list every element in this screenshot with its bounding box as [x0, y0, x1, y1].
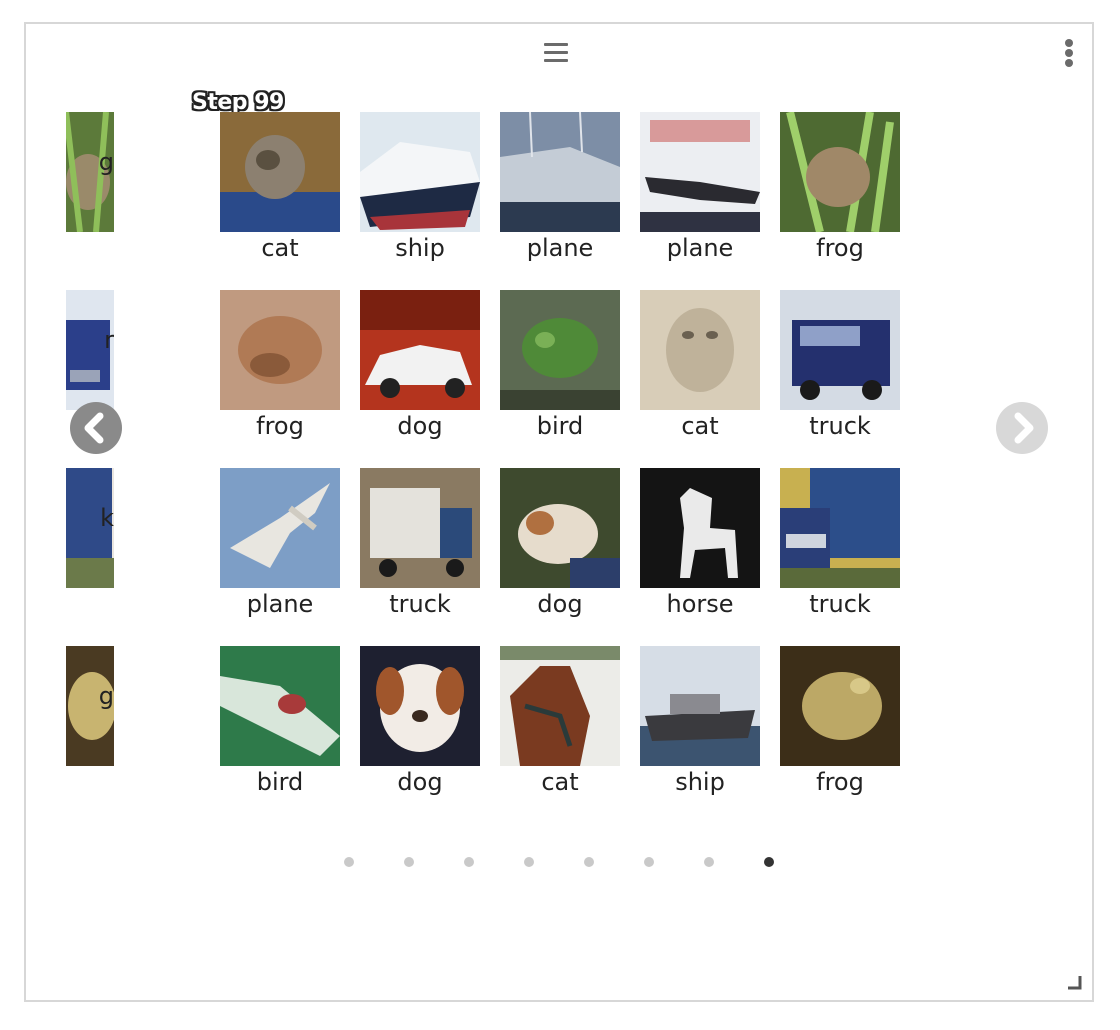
- image-thumbnail[interactable]: [220, 468, 340, 588]
- page-dot[interactable]: [464, 857, 474, 867]
- image-thumbnail[interactable]: [360, 112, 480, 232]
- image-thumbnail[interactable]: [500, 112, 620, 232]
- image-thumbnail[interactable]: [780, 646, 900, 766]
- pagination-dots: [26, 852, 1092, 872]
- previous-page-caption: g: [98, 148, 114, 176]
- image-caption: frog: [816, 234, 864, 262]
- image-thumbnail[interactable]: [360, 468, 480, 588]
- previous-page-caption: r: [104, 326, 114, 354]
- image-thumbnail[interactable]: [360, 290, 480, 410]
- image-caption: frog: [816, 768, 864, 796]
- image-caption: truck: [809, 412, 871, 440]
- page-dot[interactable]: [404, 857, 414, 867]
- image-caption: plane: [246, 590, 314, 618]
- chevron-left-icon: [70, 402, 122, 454]
- image-grid-panel: Step 99 g r k g cat ship plane plane fro…: [24, 22, 1094, 1002]
- page-dot[interactable]: [704, 857, 714, 867]
- next-page-button[interactable]: [996, 402, 1048, 454]
- image-thumbnail[interactable]: [780, 112, 900, 232]
- previous-page-caption: k: [100, 504, 114, 532]
- image-caption: ship: [395, 234, 445, 262]
- image-thumbnail[interactable]: [780, 290, 900, 410]
- previous-page-caption: g: [98, 682, 114, 710]
- image-thumbnail[interactable]: [500, 646, 620, 766]
- image-thumbnail[interactable]: [220, 290, 340, 410]
- image-caption: bird: [536, 412, 584, 440]
- page-dot-active[interactable]: [764, 857, 774, 867]
- image-caption: cat: [261, 234, 299, 262]
- image-thumbnail[interactable]: [640, 112, 760, 232]
- image-caption: dog: [397, 768, 443, 796]
- page-dot[interactable]: [344, 857, 354, 867]
- page-dot[interactable]: [524, 857, 534, 867]
- image-caption: cat: [681, 412, 719, 440]
- image-caption: horse: [666, 590, 734, 618]
- image-thumbnail[interactable]: [640, 468, 760, 588]
- chevron-right-icon: [996, 402, 1048, 454]
- image-caption: cat: [541, 768, 579, 796]
- image-caption: plane: [666, 234, 734, 262]
- image-thumbnail[interactable]: [360, 646, 480, 766]
- image-thumbnail[interactable]: [640, 646, 760, 766]
- image-thumbnail[interactable]: [780, 468, 900, 588]
- image-caption: dog: [397, 412, 443, 440]
- page-dot[interactable]: [584, 857, 594, 867]
- image-caption: frog: [256, 412, 304, 440]
- image-caption: plane: [526, 234, 594, 262]
- image-thumbnail[interactable]: [220, 646, 340, 766]
- image-caption: ship: [675, 768, 725, 796]
- image-caption: truck: [389, 590, 451, 618]
- image-thumbnail[interactable]: [500, 468, 620, 588]
- image-thumbnail[interactable]: [500, 290, 620, 410]
- hamburger-menu-icon[interactable]: [542, 40, 570, 66]
- image-caption: dog: [537, 590, 583, 618]
- image-thumbnail[interactable]: [640, 290, 760, 410]
- image-thumbnail[interactable]: [220, 112, 340, 232]
- previous-page-button[interactable]: [70, 402, 122, 454]
- resize-handle-icon[interactable]: [1066, 974, 1082, 990]
- page-dot[interactable]: [644, 857, 654, 867]
- image-caption: truck: [809, 590, 871, 618]
- image-caption: bird: [256, 768, 304, 796]
- more-options-icon[interactable]: [1060, 38, 1078, 68]
